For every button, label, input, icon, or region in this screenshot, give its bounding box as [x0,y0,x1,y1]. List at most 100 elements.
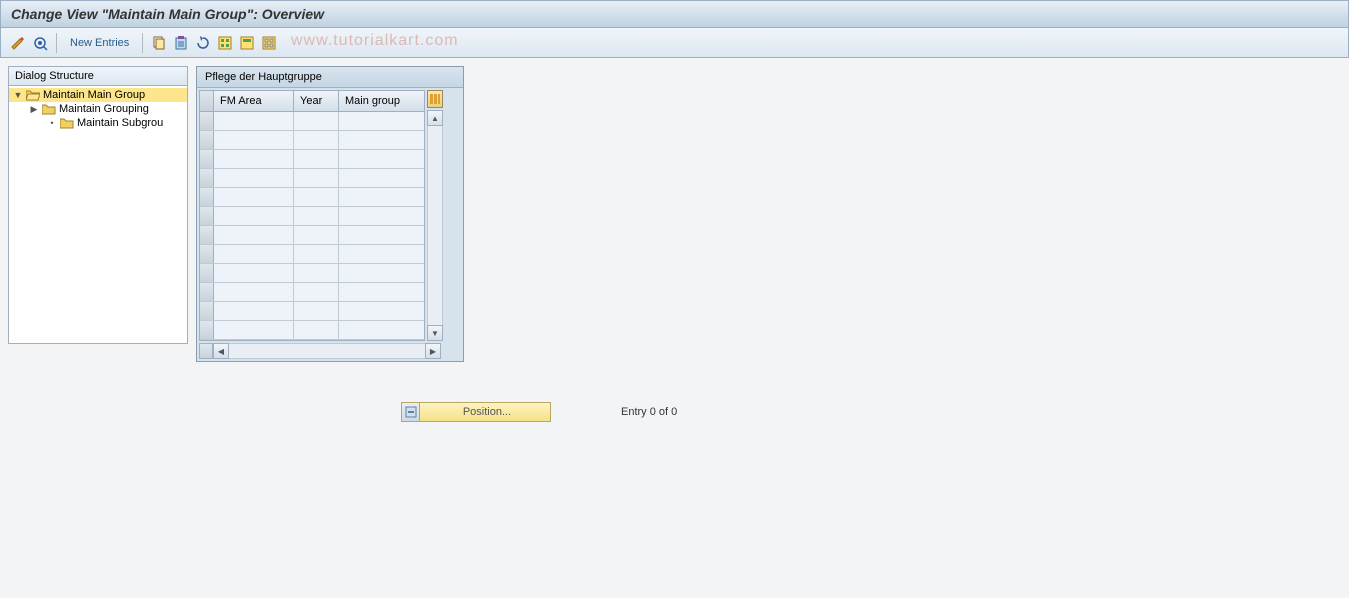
expand-icon[interactable]: ▶ [29,104,39,114]
cell-main-group[interactable] [339,112,424,130]
folder-icon [42,103,56,115]
row-selector[interactable] [200,131,214,149]
cell-fm-area[interactable] [214,112,294,130]
configure-columns-icon[interactable] [427,90,443,108]
scroll-up-button[interactable]: ▲ [427,110,443,126]
cell-fm-area[interactable] [214,150,294,168]
cell-main-group[interactable] [339,207,424,225]
cell-year[interactable] [294,188,339,206]
cell-main-group[interactable] [339,245,424,263]
cell-main-group[interactable] [339,188,424,206]
cell-fm-area[interactable] [214,207,294,225]
right-panel: Pflege der Hauptgruppe FM Area Year Main… [196,66,677,422]
table-row[interactable] [200,226,424,245]
row-selector[interactable] [200,112,214,130]
table-container: Pflege der Hauptgruppe FM Area Year Main… [196,66,464,362]
row-selector[interactable] [200,207,214,225]
new-entries-button[interactable]: New Entries [64,35,135,51]
row-selector[interactable] [200,283,214,301]
table-row[interactable] [200,245,424,264]
toolbar: New Entries www.tutorialkart.com [0,28,1349,58]
cell-year[interactable] [294,321,339,339]
cell-year[interactable] [294,169,339,187]
row-selector[interactable] [200,302,214,320]
cell-fm-area[interactable] [214,264,294,282]
cell-fm-area[interactable] [214,131,294,149]
title-bar: Change View "Maintain Main Group": Overv… [0,0,1349,28]
horizontal-scrollbar[interactable] [229,343,425,359]
tree-item-maintain-main-group[interactable]: ▼ Maintain Main Group [9,88,187,102]
grid-main: FM Area Year Main group [199,90,425,341]
scroll-right-button[interactable]: ▶ [425,343,441,359]
cell-year[interactable] [294,150,339,168]
cell-year[interactable] [294,264,339,282]
cell-year[interactable] [294,245,339,263]
scroll-left-button[interactable]: ◀ [213,343,229,359]
row-selector[interactable] [200,245,214,263]
deselect-all-icon[interactable] [260,34,278,52]
table-row[interactable] [200,264,424,283]
tree-label: Maintain Main Group [43,89,145,101]
table-row[interactable] [200,321,424,340]
cell-fm-area[interactable] [214,245,294,263]
tree-label: Maintain Grouping [59,103,149,115]
toolbar-separator [142,33,143,53]
row-selector[interactable] [200,264,214,282]
table-row[interactable] [200,169,424,188]
column-header-main-group[interactable]: Main group [339,91,424,111]
column-header-year[interactable]: Year [294,91,339,111]
row-selector[interactable] [200,321,214,339]
collapse-icon[interactable]: ▼ [13,90,23,100]
scroll-down-button[interactable]: ▼ [427,325,443,341]
toolbar-separator [56,33,57,53]
content-area: Dialog Structure ▼ Maintain Main Group ▶… [0,66,1349,422]
select-all-icon[interactable] [216,34,234,52]
table-row[interactable] [200,131,424,150]
tree-item-maintain-subgroup[interactable]: • Maintain Subgrou [9,116,187,130]
cell-main-group[interactable] [339,169,424,187]
tree-item-maintain-grouping[interactable]: ▶ Maintain Grouping [9,102,187,116]
cell-main-group[interactable] [339,283,424,301]
table-row[interactable] [200,302,424,321]
cell-fm-area[interactable] [214,188,294,206]
table-row[interactable] [200,283,424,302]
row-selector[interactable] [200,226,214,244]
other-view-icon[interactable] [31,34,49,52]
cell-fm-area[interactable] [214,283,294,301]
cell-year[interactable] [294,112,339,130]
row-selector[interactable] [200,169,214,187]
select-block-icon[interactable] [238,34,256,52]
cell-main-group[interactable] [339,264,424,282]
cell-main-group[interactable] [339,150,424,168]
cell-year[interactable] [294,283,339,301]
row-selector[interactable] [200,188,214,206]
row-selector-header[interactable] [200,91,214,111]
position-button[interactable]: Position... [401,402,551,422]
undo-change-icon[interactable] [194,34,212,52]
scroll-spacer [441,343,461,359]
table-row[interactable] [200,207,424,226]
cell-year[interactable] [294,207,339,225]
cell-main-group[interactable] [339,226,424,244]
table-row[interactable] [200,150,424,169]
cell-fm-area[interactable] [214,226,294,244]
vertical-scrollbar[interactable] [427,126,443,325]
column-header-fm-area[interactable]: FM Area [214,91,294,111]
cell-main-group[interactable] [339,321,424,339]
delete-icon[interactable] [172,34,190,52]
table-row[interactable] [200,112,424,131]
cell-main-group[interactable] [339,302,424,320]
toggle-display-change-icon[interactable] [9,34,27,52]
position-icon [402,403,420,421]
table-row[interactable] [200,188,424,207]
cell-fm-area[interactable] [214,169,294,187]
cell-year[interactable] [294,302,339,320]
cell-year[interactable] [294,226,339,244]
cell-main-group[interactable] [339,131,424,149]
row-selector[interactable] [200,150,214,168]
copy-as-icon[interactable] [150,34,168,52]
cell-year[interactable] [294,131,339,149]
cell-fm-area[interactable] [214,321,294,339]
cell-fm-area[interactable] [214,302,294,320]
watermark-text: www.tutorialkart.com [291,32,459,50]
